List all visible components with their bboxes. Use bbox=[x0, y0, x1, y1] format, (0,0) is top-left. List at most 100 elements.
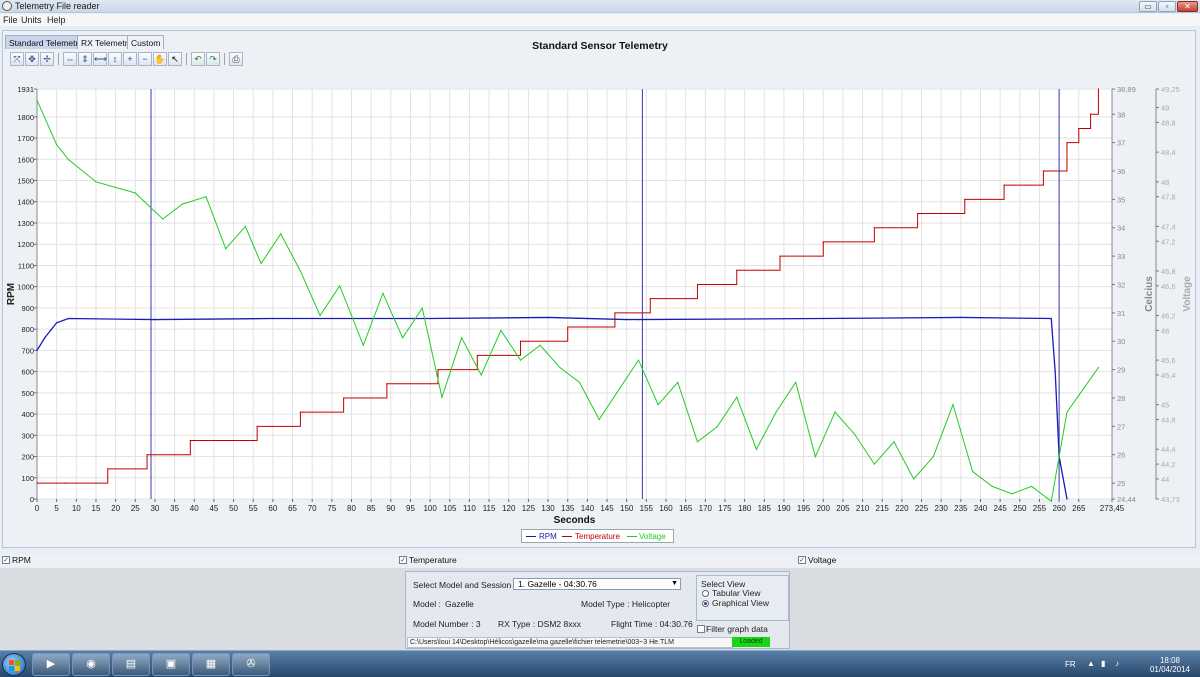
x-tick-label: 60 bbox=[268, 504, 277, 513]
chevron-down-icon[interactable]: ▼ bbox=[671, 579, 678, 589]
telemetry-app-icon[interactable]: ✇ bbox=[232, 653, 270, 676]
x-tick-label: 80 bbox=[347, 504, 356, 513]
y-tick-label: 500 bbox=[21, 389, 34, 398]
telemetry-chart[interactable]: 0 5 10 15 20 25 30 35 40 45 50 55 60 65 70 75 80 85 90 95 10… bbox=[0, 0, 1200, 560]
voltage-checkbox[interactable]: ✓ bbox=[798, 556, 806, 564]
x-tick-label: 130 bbox=[541, 504, 555, 513]
y-tick-label: 1931 bbox=[17, 85, 34, 94]
x-tick-label: 30 bbox=[150, 504, 159, 513]
filter-graph-label[interactable]: Filter graph data bbox=[706, 624, 768, 634]
data-point-voltage bbox=[814, 456, 816, 458]
x-axis-label: Seconds bbox=[554, 515, 596, 526]
legend-rpm: RPM bbox=[539, 532, 557, 541]
temperature-checkbox[interactable]: ✓ bbox=[399, 556, 407, 564]
y-tick-label: 26 bbox=[1117, 451, 1125, 460]
chart-grid bbox=[36, 88, 1113, 500]
tabular-view-label[interactable]: Tabular View bbox=[712, 588, 761, 598]
y-tick-label: 1800 bbox=[17, 113, 34, 122]
x-tick-label: 140 bbox=[581, 504, 595, 513]
x-tick-label: 260 bbox=[1052, 504, 1066, 513]
data-point-temperature bbox=[189, 439, 191, 442]
y-tick-label: 44,2 bbox=[1161, 460, 1176, 469]
language-indicator[interactable]: FR bbox=[1065, 660, 1076, 669]
y-tick-label: 37 bbox=[1117, 139, 1125, 148]
clock[interactable]: 18:08 01/04/2014 bbox=[1150, 656, 1190, 674]
winrar-icon[interactable]: ▦ bbox=[192, 653, 230, 676]
y-tick-label: 28 bbox=[1117, 394, 1125, 403]
data-point-temperature bbox=[1089, 113, 1092, 115]
voltage-checkbox-label: Voltage bbox=[808, 555, 837, 565]
y-tick-label: 31 bbox=[1117, 309, 1125, 318]
y-tick-label: 1000 bbox=[17, 283, 34, 292]
y-tick-label: 48,8 bbox=[1161, 118, 1176, 127]
data-point-voltage bbox=[339, 285, 341, 287]
data-point-voltage bbox=[1050, 500, 1052, 502]
y-tick-label: 24,44 bbox=[1117, 495, 1136, 504]
data-point-temperature bbox=[1078, 127, 1080, 130]
rpm-checkbox[interactable]: ✓ bbox=[2, 556, 10, 564]
y-tick-label: 46,8 bbox=[1161, 267, 1176, 276]
data-point-voltage bbox=[280, 233, 282, 235]
session-dropdown[interactable]: 1. Gazelle - 04:30.76 ▼ bbox=[513, 578, 681, 590]
network-icon[interactable]: ▮ bbox=[1101, 659, 1105, 668]
firefox-icon[interactable]: ◉ bbox=[72, 653, 110, 676]
data-point-voltage bbox=[56, 144, 58, 146]
y-tick-label: 45,6 bbox=[1161, 356, 1176, 365]
x-tick-label: 95 bbox=[406, 504, 415, 513]
file-explorer-icon[interactable]: ▤ bbox=[112, 653, 150, 676]
data-point-temperature bbox=[386, 383, 388, 385]
image-viewer-icon[interactable]: ▣ bbox=[152, 653, 190, 676]
y-tick-label: 48 bbox=[1161, 178, 1169, 187]
session-panel: Select Model and Session 1. Gazelle - 04… bbox=[405, 571, 790, 649]
data-point-voltage bbox=[205, 196, 207, 198]
y-tick-label: 47,8 bbox=[1161, 193, 1176, 202]
y-tick-label: 47,2 bbox=[1161, 237, 1176, 246]
graphical-view-radio[interactable] bbox=[702, 600, 709, 607]
data-point-temperature bbox=[343, 397, 345, 399]
y-tick-label: 1700 bbox=[17, 134, 34, 143]
data-point-voltage bbox=[1097, 366, 1100, 369]
data-point-voltage bbox=[480, 374, 482, 376]
x-tick-label: 230 bbox=[935, 504, 949, 513]
media-player-icon[interactable]: ▶ bbox=[32, 653, 70, 676]
data-point-voltage bbox=[657, 404, 659, 406]
data-point-rpm bbox=[626, 318, 628, 321]
x-tick-label: 100 bbox=[423, 504, 437, 513]
x-tick-label: 175 bbox=[718, 504, 732, 513]
data-point-voltage bbox=[1066, 411, 1068, 413]
data-point-rpm bbox=[67, 317, 70, 320]
data-point-voltage bbox=[67, 158, 70, 161]
start-button[interactable] bbox=[2, 653, 26, 676]
flight-time: Flight Time : 04:30.76 bbox=[611, 619, 693, 629]
data-point-voltage bbox=[677, 381, 679, 383]
data-point-temperature bbox=[476, 354, 478, 357]
x-tick-label: 55 bbox=[249, 504, 258, 513]
x-tick-label: 0 bbox=[35, 504, 40, 513]
data-point-voltage bbox=[539, 344, 541, 346]
data-point-voltage bbox=[441, 396, 443, 398]
data-point-temperature bbox=[1097, 88, 1100, 90]
data-point-voltage bbox=[932, 456, 934, 458]
x-tick-label: 90 bbox=[386, 504, 395, 513]
y-tick-label: 1100 bbox=[18, 261, 34, 270]
session-dropdown-value: 1. Gazelle - 04:30.76 bbox=[518, 579, 597, 589]
tabular-view-radio[interactable] bbox=[702, 590, 709, 597]
volume-icon[interactable]: ♪ bbox=[1115, 659, 1119, 668]
data-point-temperature bbox=[736, 269, 738, 271]
x-tick-label: 75 bbox=[327, 504, 336, 513]
data-point-voltage bbox=[181, 203, 184, 205]
x-tick-label: 5 bbox=[54, 504, 59, 513]
y-tick-label: 34 bbox=[1117, 224, 1125, 233]
graphical-view-label[interactable]: Graphical View bbox=[712, 598, 769, 608]
data-point-temperature bbox=[437, 369, 439, 371]
data-point-voltage bbox=[460, 337, 463, 339]
y-tick-label: 47,4 bbox=[1161, 222, 1176, 231]
y-tick-label: 1600 bbox=[17, 155, 34, 164]
data-point-voltage bbox=[893, 441, 895, 443]
data-point-rpm bbox=[1054, 371, 1056, 373]
filter-graph-checkbox[interactable] bbox=[697, 625, 705, 633]
y-tick-label: 900 bbox=[21, 304, 34, 313]
data-point-voltage bbox=[716, 426, 718, 428]
show-hidden-icons-icon[interactable]: ▲ bbox=[1087, 659, 1095, 668]
series-toggle-row: ✓ RPM ✓ Temperature ✓ Voltage bbox=[0, 554, 1200, 567]
